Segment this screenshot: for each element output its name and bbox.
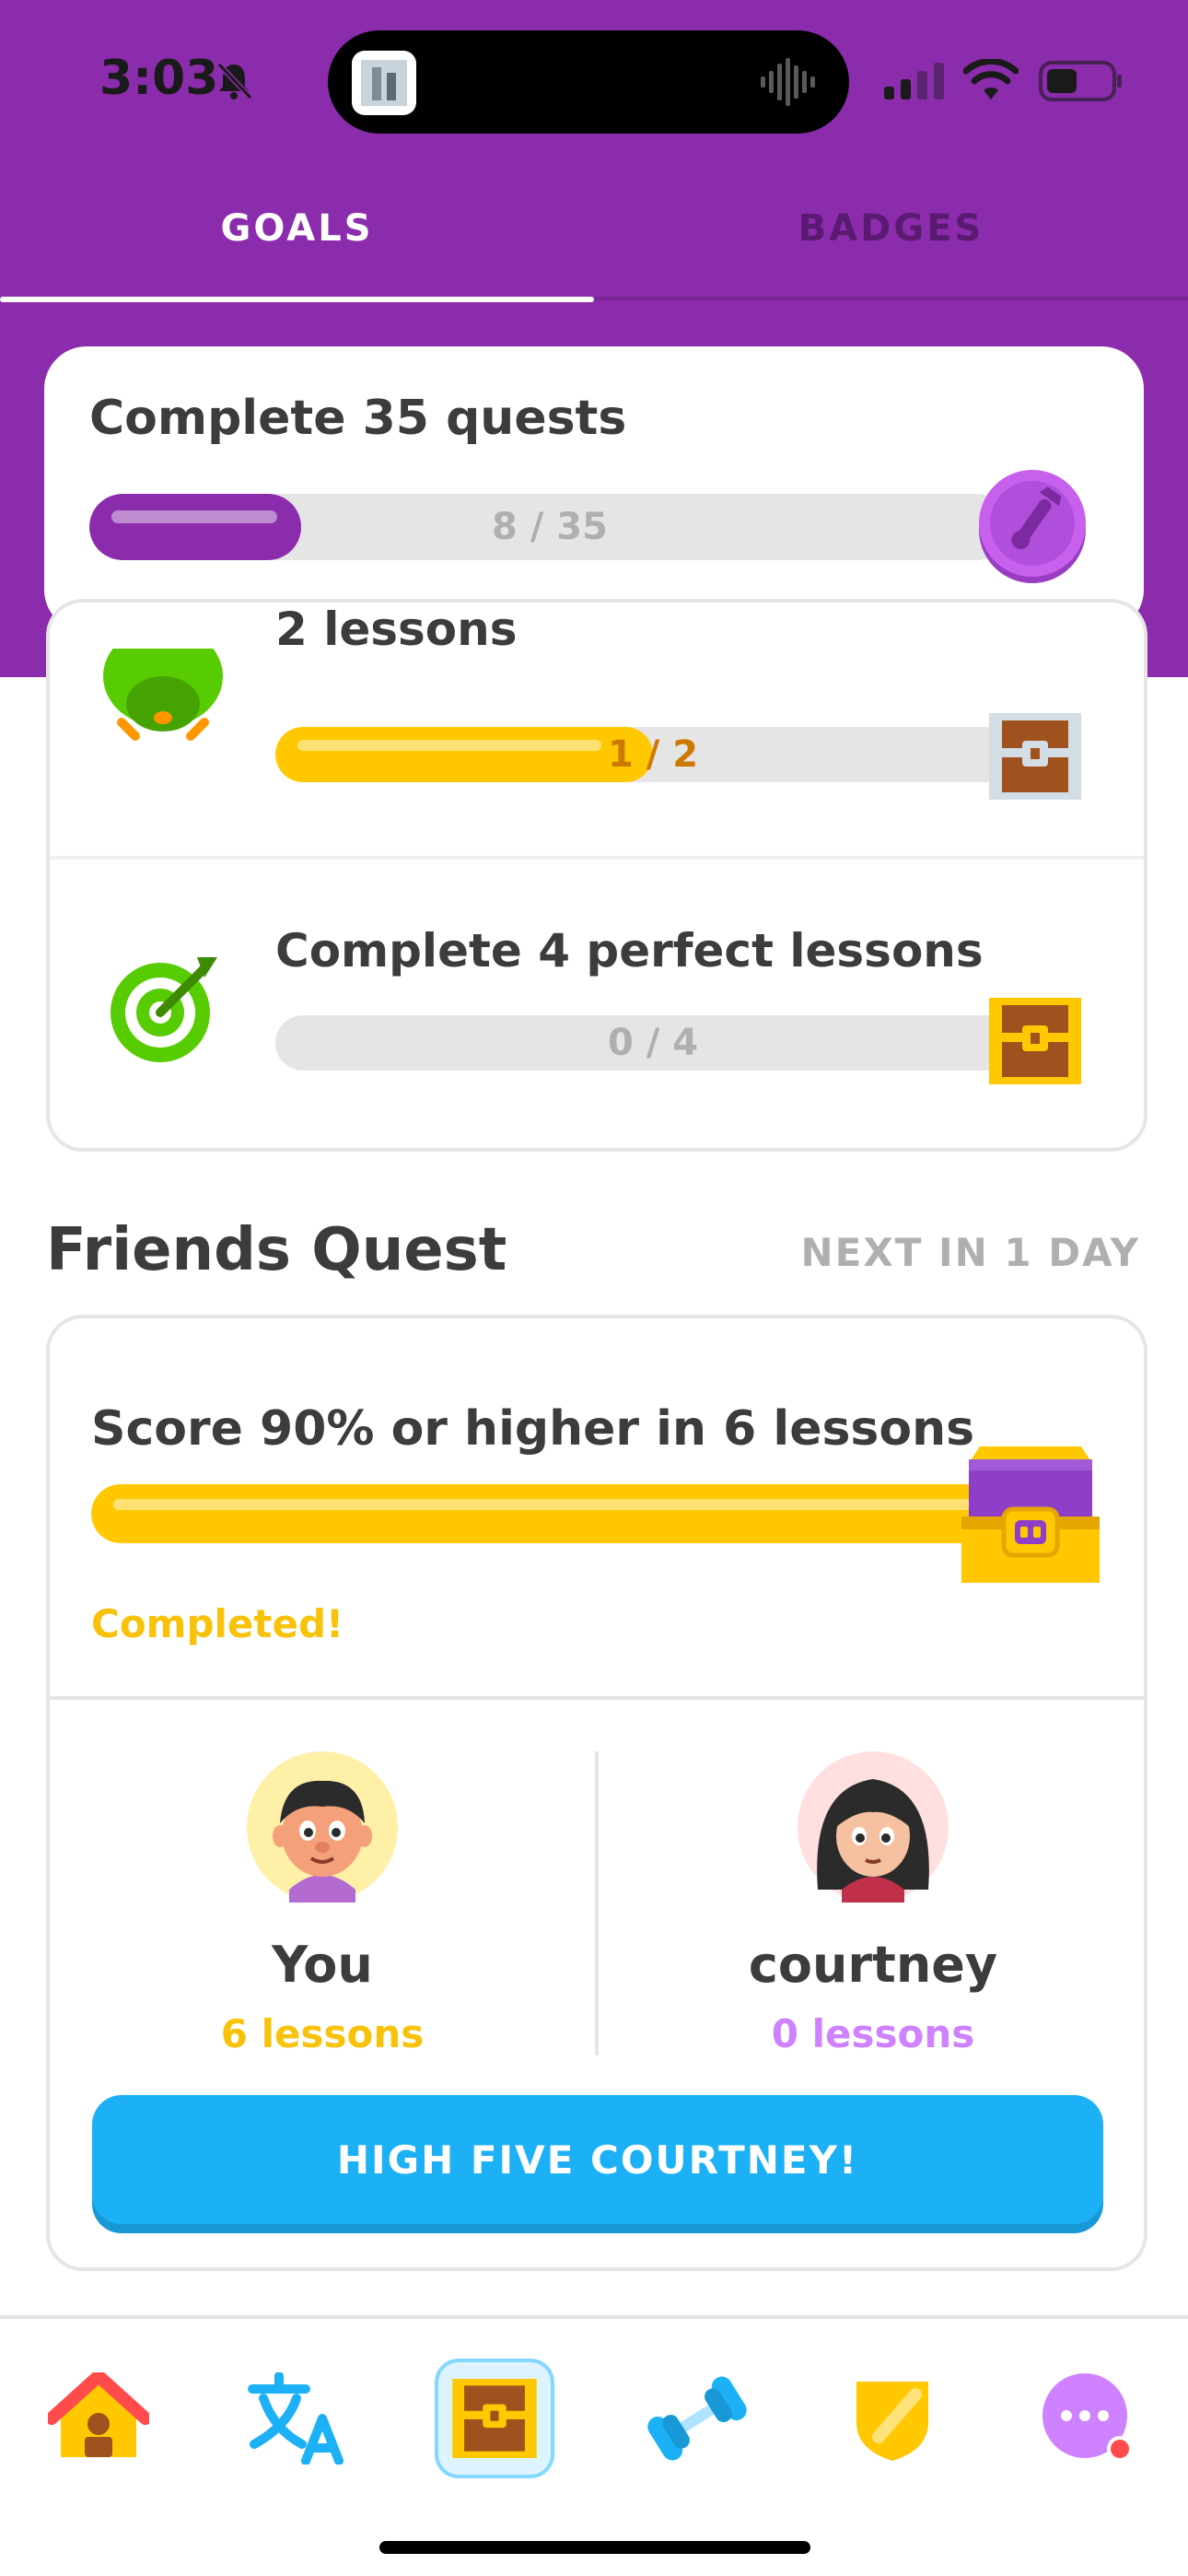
monthly-quest-progress-label: 8 / 35 <box>492 506 608 548</box>
silver-chest-icon <box>989 713 1081 800</box>
monthly-quest-progress-bar: 8 / 35 <box>89 494 1010 560</box>
list-item[interactable]: Complete 4 perfect lessons 0 / 4 <box>50 860 1144 1148</box>
gold-chest-icon <box>989 998 1081 1084</box>
participant-courtney[interactable]: courtney 0 lessons <box>689 1751 1057 2065</box>
home-icon <box>48 2372 149 2457</box>
bottom-nav-border <box>0 2315 1188 2319</box>
translate-icon <box>248 2372 344 2465</box>
monthly-quest-card[interactable]: Complete 35 quests 8 / 35 <box>44 346 1144 632</box>
dynamic-island <box>328 30 849 134</box>
card-divider <box>50 1696 1144 1700</box>
dumbbell-icon <box>647 2376 747 2461</box>
quest-progress-bar: 0 / 4 <box>275 1015 1031 1071</box>
avatar <box>247 1751 398 1903</box>
home-indicator[interactable] <box>379 2541 810 2554</box>
avatar <box>798 1751 949 1903</box>
quest-title: Complete 4 perfect lessons <box>275 924 984 978</box>
quest-progress-label: 1 / 2 <box>607 733 699 776</box>
cellular-signal-icon <box>884 63 944 100</box>
nav-quests[interactable] <box>435 2359 554 2478</box>
more-icon <box>1042 2373 1133 2462</box>
battery-icon <box>1039 61 1122 101</box>
participant-name: courtney <box>748 1936 998 1994</box>
quest-progress-label: 0 / 4 <box>607 1022 699 1064</box>
high-five-button[interactable]: HIGH FIVE COURTNEY! <box>92 2095 1103 2224</box>
purple-chest-icon <box>961 1446 1100 1583</box>
monthly-quest-title: Complete 35 quests <box>89 391 627 446</box>
participant-you: You 6 lessons <box>138 1751 507 2065</box>
nav-leaderboard[interactable] <box>833 2359 952 2478</box>
friends-quest-title: Score 90% or higher in 6 lessons <box>91 1401 975 1457</box>
target-icon <box>111 957 217 1062</box>
shield-icon <box>856 2382 928 2461</box>
participant-lessons: 0 lessons <box>771 2011 975 2056</box>
tab-badges[interactable]: BADGES <box>594 207 1188 250</box>
tab-active-indicator <box>0 297 594 302</box>
friends-quest-card: Score 90% or higher in 6 lessons Complet… <box>46 1315 1147 2271</box>
audio-waveform-icon <box>761 58 815 106</box>
wifi-icon <box>963 59 1019 100</box>
friends-quest-progress-bar <box>91 1484 1031 1543</box>
participant-divider <box>595 1751 599 2055</box>
nav-more[interactable] <box>1030 2359 1149 2478</box>
owl-icon <box>103 649 223 741</box>
status-time: 3:03 <box>99 51 219 106</box>
daily-quests-list: 2 lessons 1 / 2 Complete 4 perfect lesso… <box>46 599 1147 1152</box>
quests-chest-icon <box>452 2379 537 2458</box>
friends-quest-progress-fill <box>91 1484 1031 1543</box>
notification-dot-icon <box>1111 2440 1129 2458</box>
friends-quest-timer: NEXT IN 1 DAY <box>800 1230 1140 1275</box>
nav-home[interactable] <box>39 2359 158 2478</box>
friends-quest-heading: Friends Quest <box>46 1216 507 1284</box>
nav-translate[interactable] <box>238 2359 357 2478</box>
list-item[interactable]: 2 lessons 1 / 2 <box>50 603 1144 856</box>
nav-practice[interactable] <box>637 2359 757 2478</box>
tab-goals[interactable]: GOALS <box>0 207 594 250</box>
participant-lessons: 6 lessons <box>220 2011 425 2056</box>
trumpet-badge-icon <box>979 470 1086 583</box>
silent-bell-icon <box>216 62 253 100</box>
participant-name: You <box>272 1936 373 1994</box>
quest-title: 2 lessons <box>275 603 518 656</box>
friends-quest-status: Completed! <box>91 1601 344 1646</box>
now-playing-thumbnail <box>352 51 416 115</box>
header: 3:03 GOALS BADGES Complete 35 quests 8 /… <box>0 0 1188 677</box>
quest-progress-bar: 1 / 2 <box>275 727 1031 782</box>
tab-divider <box>594 297 1188 300</box>
